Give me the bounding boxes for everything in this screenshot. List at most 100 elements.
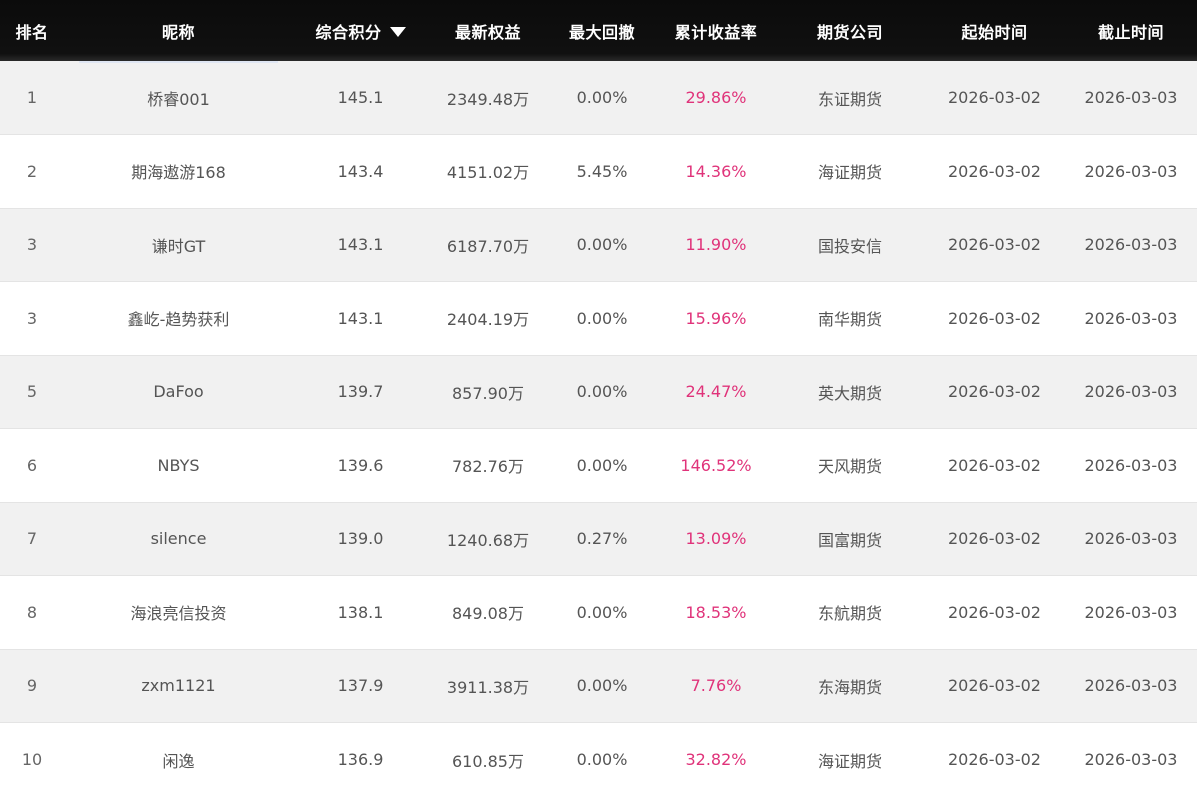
column-header-rank-label: 排名 — [15, 23, 48, 42]
table-row[interactable]: 9 zxm1121 137.9 3911.38万 0.00% 7.76% 东海期… — [0, 649, 1197, 723]
cell-nickname[interactable]: silence — [64, 502, 293, 576]
table-row[interactable]: 1 桥睿001 145.1 2349.48万 0.00% 29.86% 东证期货… — [0, 61, 1197, 135]
cell-rank: 6 — [0, 429, 64, 503]
cell-drawdown: 0.00% — [548, 576, 656, 650]
cell-end: 2026-03-03 — [1065, 502, 1197, 576]
cell-equity: 1240.68万 — [428, 502, 548, 576]
cell-score: 138.1 — [293, 576, 428, 650]
cell-drawdown: 0.00% — [548, 429, 656, 503]
cell-equity: 2404.19万 — [428, 282, 548, 356]
column-header-nickname[interactable]: 昵称 — [64, 0, 293, 61]
cell-company: 国富期货 — [776, 502, 924, 576]
column-header-score-label: 综合积分 — [315, 23, 381, 42]
cell-end: 2026-03-03 — [1065, 649, 1197, 723]
cell-rank: 3 — [0, 282, 64, 356]
cell-start: 2026-03-02 — [924, 576, 1065, 650]
cell-start: 2026-03-02 — [924, 282, 1065, 356]
table-row[interactable]: 10 闲逸 136.9 610.85万 0.00% 32.82% 海证期货 20… — [0, 723, 1197, 796]
cell-rank: 7 — [0, 502, 64, 576]
column-header-start-label: 起始时间 — [961, 23, 1027, 42]
cell-start: 2026-03-02 — [924, 723, 1065, 796]
table-row[interactable]: 3 谦时GT 143.1 6187.70万 0.00% 11.90% 国投安信 … — [0, 208, 1197, 282]
cell-drawdown: 0.27% — [548, 502, 656, 576]
cell-return: 15.96% — [656, 282, 776, 356]
table-row[interactable]: 7 silence 139.0 1240.68万 0.27% 13.09% 国富… — [0, 502, 1197, 576]
cell-score: 139.0 — [293, 502, 428, 576]
cell-end: 2026-03-03 — [1065, 135, 1197, 209]
column-header-nickname-label: 昵称 — [162, 23, 195, 42]
cell-return: 18.53% — [656, 576, 776, 650]
cell-drawdown: 0.00% — [548, 208, 656, 282]
cell-nickname[interactable]: 海浪亮信投资 — [64, 576, 293, 650]
cell-return: 14.36% — [656, 135, 776, 209]
cell-company: 海证期货 — [776, 723, 924, 796]
cell-score: 139.6 — [293, 429, 428, 503]
cell-return: 11.90% — [656, 208, 776, 282]
cell-equity: 3911.38万 — [428, 649, 548, 723]
cell-end: 2026-03-03 — [1065, 208, 1197, 282]
column-header-equity[interactable]: 最新权益 — [428, 0, 548, 61]
cell-equity: 6187.70万 — [428, 208, 548, 282]
cell-company: 东证期货 — [776, 61, 924, 135]
cell-equity: 782.76万 — [428, 429, 548, 503]
table-body: 1 桥睿001 145.1 2349.48万 0.00% 29.86% 东证期货… — [0, 61, 1197, 796]
cell-drawdown: 0.00% — [548, 649, 656, 723]
column-header-score[interactable]: 综合积分 — [293, 0, 428, 61]
table-row[interactable]: 2 期海遨游168 143.4 4151.02万 5.45% 14.36% 海证… — [0, 135, 1197, 209]
cell-end: 2026-03-03 — [1065, 429, 1197, 503]
cell-nickname[interactable]: 桥睿001 — [64, 61, 293, 135]
table-header: 排名 昵称 综合积分 最新权益 最大回撤 累计收益率 期货公司 起始时间 截止时… — [0, 0, 1197, 61]
cell-nickname[interactable]: 鑫屹-趋势获利 — [64, 282, 293, 356]
cell-nickname[interactable]: DaFoo — [64, 355, 293, 429]
sort-descending-icon[interactable] — [390, 27, 406, 37]
column-header-rank[interactable]: 排名 — [0, 0, 64, 61]
cell-company: 国投安信 — [776, 208, 924, 282]
cell-nickname[interactable]: NBYS — [64, 429, 293, 503]
cell-nickname[interactable]: 谦时GT — [64, 208, 293, 282]
cell-return: 13.09% — [656, 502, 776, 576]
table-row[interactable]: 6 NBYS 139.6 782.76万 0.00% 146.52% 天风期货 … — [0, 429, 1197, 503]
cell-nickname[interactable]: 期海遨游168 — [64, 135, 293, 209]
cell-return: 29.86% — [656, 61, 776, 135]
cell-company: 海证期货 — [776, 135, 924, 209]
cell-score: 143.4 — [293, 135, 428, 209]
column-header-start[interactable]: 起始时间 — [924, 0, 1065, 61]
column-header-drawdown[interactable]: 最大回撤 — [548, 0, 656, 61]
column-header-end-label: 截止时间 — [1098, 23, 1164, 42]
table-row[interactable]: 5 DaFoo 139.7 857.90万 0.00% 24.47% 英大期货 … — [0, 355, 1197, 429]
cell-rank: 1 — [0, 61, 64, 135]
ranking-table: 排名 昵称 综合积分 最新权益 最大回撤 累计收益率 期货公司 起始时间 截止时… — [0, 0, 1197, 796]
cell-company: 东航期货 — [776, 576, 924, 650]
cell-end: 2026-03-03 — [1065, 576, 1197, 650]
cell-score: 137.9 — [293, 649, 428, 723]
cell-equity: 849.08万 — [428, 576, 548, 650]
cell-return: 7.76% — [656, 649, 776, 723]
cell-rank: 5 — [0, 355, 64, 429]
column-header-equity-label: 最新权益 — [455, 23, 521, 42]
cell-start: 2026-03-02 — [924, 355, 1065, 429]
cell-end: 2026-03-03 — [1065, 355, 1197, 429]
cell-drawdown: 0.00% — [548, 61, 656, 135]
table-row[interactable]: 3 鑫屹-趋势获利 143.1 2404.19万 0.00% 15.96% 南华… — [0, 282, 1197, 356]
column-header-end[interactable]: 截止时间 — [1065, 0, 1197, 61]
cell-end: 2026-03-03 — [1065, 282, 1197, 356]
cell-equity: 4151.02万 — [428, 135, 548, 209]
cell-drawdown: 5.45% — [548, 135, 656, 209]
cell-drawdown: 0.00% — [548, 355, 656, 429]
cell-start: 2026-03-02 — [924, 135, 1065, 209]
cell-company: 东海期货 — [776, 649, 924, 723]
column-header-drawdown-label: 最大回撤 — [569, 23, 635, 42]
cell-rank: 9 — [0, 649, 64, 723]
table-row[interactable]: 8 海浪亮信投资 138.1 849.08万 0.00% 18.53% 东航期货… — [0, 576, 1197, 650]
column-header-company-label: 期货公司 — [817, 23, 883, 42]
cell-start: 2026-03-02 — [924, 502, 1065, 576]
cell-nickname[interactable]: zxm1121 — [64, 649, 293, 723]
column-header-return[interactable]: 累计收益率 — [656, 0, 776, 61]
cell-nickname[interactable]: 闲逸 — [64, 723, 293, 796]
cell-start: 2026-03-02 — [924, 61, 1065, 135]
cell-rank: 8 — [0, 576, 64, 650]
cell-score: 143.1 — [293, 208, 428, 282]
cell-score: 139.7 — [293, 355, 428, 429]
column-header-company[interactable]: 期货公司 — [776, 0, 924, 61]
cell-equity: 610.85万 — [428, 723, 548, 796]
